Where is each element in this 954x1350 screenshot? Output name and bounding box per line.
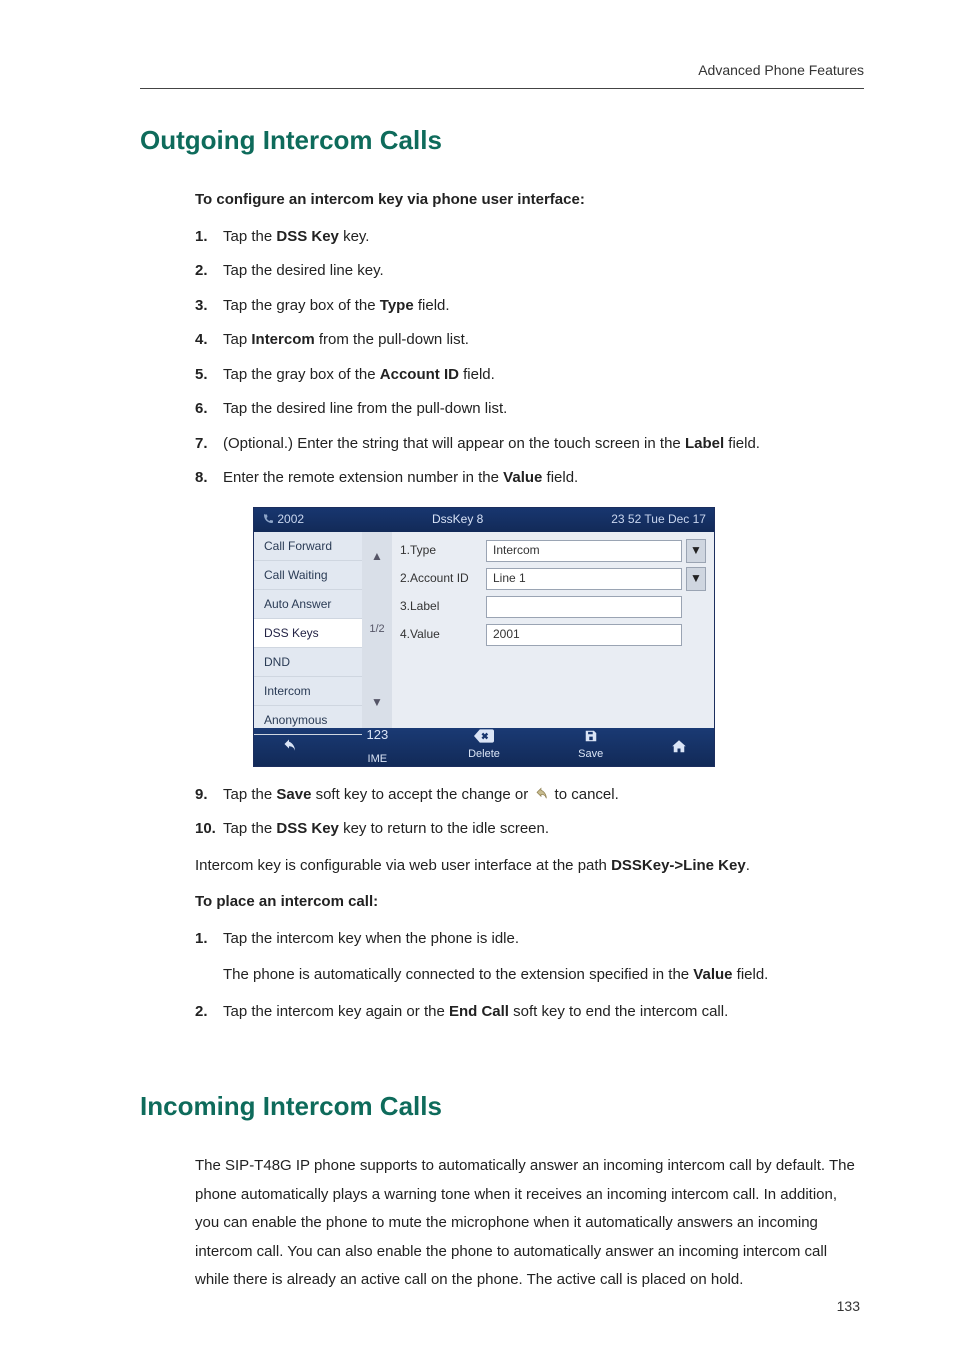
phone-sidebar: Call Forward Call Waiting Auto Answer DS… (254, 532, 362, 728)
place-step-1: 1.Tap the intercom key when the phone is… (195, 925, 864, 954)
dropdown-icon[interactable]: ▼ (686, 539, 706, 563)
place-steps: 1.Tap the intercom key when the phone is… (195, 925, 864, 954)
value-field[interactable]: 2001 (486, 624, 682, 646)
dropdown-icon[interactable]: ▼ (686, 567, 706, 591)
sidebar-item[interactable]: Call Forward (254, 532, 362, 561)
delete-softkey[interactable]: Delete (431, 729, 538, 765)
step-9: 9.Tap the Save soft key to accept the ch… (195, 781, 864, 810)
back-icon (532, 786, 550, 803)
type-field[interactable]: Intercom (486, 540, 682, 562)
scroll-up-icon[interactable]: ▲ (371, 532, 383, 582)
account-id-field[interactable]: Line 1 (486, 568, 682, 590)
phone-titlebar: 2002 DssKey 8 23 52 Tue Dec 17 (254, 508, 714, 532)
ime-softkey[interactable]: 123 IME (324, 723, 431, 770)
delete-icon (474, 729, 494, 743)
home-icon (669, 738, 689, 756)
sidebar-item[interactable]: Call Waiting (254, 561, 362, 590)
field-label: 4.Value (400, 623, 486, 646)
scroll-down-icon[interactable]: ▼ (371, 678, 383, 728)
step-10: 10.Tap the DSS Key key to return to the … (195, 815, 864, 844)
place-steps-2: 2.Tap the intercom key again or the End … (195, 998, 864, 1027)
sidebar-item[interactable]: DND (254, 648, 362, 677)
back-softkey[interactable] (254, 738, 324, 756)
phone-scroll: ▲ 1/2 ▼ (362, 532, 392, 728)
step-3: 3.Tap the gray box of the Type field. (195, 292, 864, 321)
step-1: 1.Tap the DSS Key key. (195, 223, 864, 252)
phone-title: DssKey 8 (432, 508, 483, 531)
header-rule (140, 88, 864, 89)
back-icon (278, 738, 300, 756)
section-heading-outgoing: Outgoing Intercom Calls (140, 125, 864, 156)
step-5: 5.Tap the gray box of the Account ID fie… (195, 361, 864, 390)
configure-steps-after: 9.Tap the Save soft key to accept the ch… (195, 781, 864, 844)
page-number: 133 (837, 1298, 860, 1314)
place-step-2: 2.Tap the intercom key again or the End … (195, 998, 864, 1027)
step-2: 2.Tap the desired line key. (195, 257, 864, 286)
step-6: 6.Tap the desired line from the pull-dow… (195, 395, 864, 424)
phone-clock: 23 52 Tue Dec 17 (611, 508, 706, 531)
phone-screenshot: 2002 DssKey 8 23 52 Tue Dec 17 Call Forw… (253, 507, 715, 767)
phone-extension: 2002 (262, 508, 304, 531)
sidebar-item-active[interactable]: DSS Keys (254, 619, 362, 648)
configure-steps: 1.Tap the DSS Key key. 2.Tap the desired… (195, 223, 864, 493)
configure-heading: To configure an intercom key via phone u… (195, 186, 864, 215)
section-heading-incoming: Incoming Intercom Calls (140, 1091, 864, 1122)
phone-icon (262, 513, 274, 525)
header-section: Advanced Phone Features (698, 62, 864, 78)
step-7: 7.(Optional.) Enter the string that will… (195, 430, 864, 459)
save-icon (583, 729, 599, 743)
sidebar-item[interactable]: Auto Answer (254, 590, 362, 619)
place-step-1b: The phone is automatically connected to … (195, 961, 864, 990)
field-label: 2.Account ID (400, 567, 486, 590)
label-field[interactable] (486, 596, 682, 618)
incoming-paragraph: The SIP-T48G IP phone supports to automa… (195, 1152, 864, 1295)
step-4: 4.Tap Intercom from the pull-down list. (195, 326, 864, 355)
phone-form: 1.Type Intercom ▼ 2.Account ID Line 1 ▼ … (392, 532, 714, 728)
place-heading: To place an intercom call: (195, 888, 864, 917)
field-label: 1.Type (400, 539, 486, 562)
field-label: 3.Label (400, 595, 486, 618)
page-indicator: 1/2 (369, 582, 384, 678)
sidebar-item[interactable]: Intercom (254, 677, 362, 706)
web-path-note: Intercom key is configurable via web use… (195, 852, 864, 881)
step-8: 8.Enter the remote extension number in t… (195, 464, 864, 493)
home-softkey[interactable] (644, 738, 714, 756)
save-softkey[interactable]: Save (537, 729, 644, 765)
